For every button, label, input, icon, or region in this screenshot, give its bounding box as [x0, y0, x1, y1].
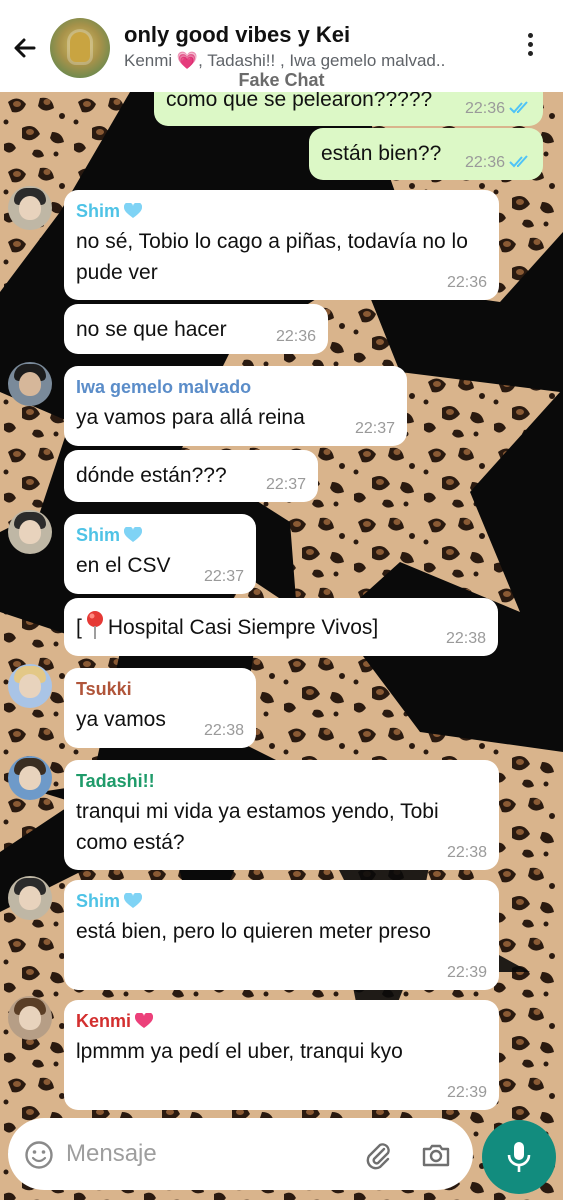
- blue-heart-emoji: [124, 893, 143, 908]
- sender-name-text: Shim: [76, 201, 121, 221]
- camera-button[interactable]: [421, 1140, 451, 1170]
- sender-name-text: Shim: [76, 525, 121, 545]
- avatar-shim[interactable]: [8, 876, 52, 920]
- avatar-shim[interactable]: [8, 186, 52, 230]
- message-time-text: 22:36: [464, 100, 505, 117]
- message-bubble-incoming[interactable]: [ Hospital Casi Siempre Vivos] 22:38: [64, 598, 498, 656]
- avatar-face: [19, 1006, 41, 1030]
- more-options-button[interactable]: [518, 30, 542, 64]
- avatar-face: [19, 520, 41, 544]
- round-pushpin-emoji: [86, 611, 103, 639]
- message-text: dónde están???: [76, 464, 227, 487]
- message-time: 22:37: [265, 476, 306, 493]
- more-vert-dot: [527, 42, 533, 47]
- message-time: 22:36: [275, 328, 316, 345]
- sender-name: Tadashi!!: [76, 771, 155, 791]
- camera-icon: [422, 1144, 450, 1167]
- sender-name: Iwa gemelo malvado: [76, 377, 252, 397]
- message-text: están bien??: [321, 142, 442, 165]
- avatar-face: [19, 196, 41, 220]
- message-time: 22:37: [354, 420, 395, 437]
- message-text: ya vamos para allá reina: [76, 406, 305, 429]
- avatar-face: [19, 674, 41, 698]
- sender-name: Tsukki: [76, 679, 132, 699]
- smiley-icon: [25, 1141, 53, 1169]
- message-text: no sé, Tobio lo cago a piñas, todavía no…: [76, 230, 468, 284]
- more-vert-dot: [527, 51, 533, 56]
- attach-button[interactable]: [363, 1140, 393, 1170]
- message-text-location: Hospital Casi Siempre Vivos]: [107, 616, 379, 639]
- sender-name: Shim: [76, 890, 487, 912]
- double-check-icon: [509, 101, 528, 114]
- microphone-icon: [507, 1142, 531, 1172]
- message-bubble-incoming[interactable]: Kenmi lpmmm ya pedí el uber, tranqui kyo…: [64, 1000, 499, 1110]
- message-bubble-outgoing[interactable]: están bien?? 22:36: [309, 128, 543, 180]
- group-title[interactable]: only good vibes y Kei: [124, 22, 350, 48]
- message-bubble-incoming[interactable]: Tadashi!! tranqui mi vida ya estamos yen…: [64, 760, 499, 870]
- message-time-text: 22:36: [464, 154, 505, 171]
- message-time: 22:39: [446, 964, 487, 981]
- message-composer: Mensaje: [8, 1118, 473, 1190]
- arrow-left-icon: [14, 38, 36, 58]
- back-button[interactable]: [8, 30, 44, 66]
- message-bubble-incoming[interactable]: Tsukki ya vamos 22:38: [64, 668, 256, 748]
- pink-heart-emoji: [135, 1013, 154, 1028]
- message-text: [ Hospital Casi Siempre Vivos]: [76, 611, 379, 639]
- message-bubble-incoming[interactable]: Shim está bien, pero lo quieren meter pr…: [64, 880, 499, 990]
- message-time: 22:39: [446, 1084, 487, 1101]
- message-time: 22:38: [445, 630, 486, 647]
- message-input[interactable]: Mensaje: [66, 1140, 157, 1168]
- message-bubble-incoming[interactable]: no se que hacer 22:36: [64, 304, 328, 354]
- fake-chat-watermark: Fake Chat: [238, 70, 325, 90]
- more-vert-icon: [527, 33, 533, 38]
- message-time: 22:36: [465, 100, 531, 118]
- message-text-open-bracket: [: [76, 616, 82, 639]
- sender-name: Shim: [76, 524, 244, 546]
- message-bubble-incoming[interactable]: Shim no sé, Tobio lo cago a piñas, todav…: [64, 190, 499, 300]
- sender-name: Kenmi: [76, 1010, 487, 1032]
- group-avatar[interactable]: [50, 18, 110, 78]
- message-time: 22:38: [446, 844, 487, 861]
- message-text: lpmmm ya pedí el uber, tranqui kyo: [76, 1040, 403, 1063]
- avatar-shim[interactable]: [8, 510, 52, 554]
- avatar-tadashi[interactable]: [8, 756, 52, 800]
- blue-heart-emoji: [124, 527, 143, 542]
- avatar-face: [19, 372, 41, 396]
- avatar-kenmi[interactable]: [8, 996, 52, 1040]
- message-text: tranqui mi vida ya estamos yendo, Tobi c…: [76, 800, 439, 854]
- sender-name: Shim: [76, 200, 487, 222]
- message-time: 22:38: [203, 722, 244, 739]
- avatar-tsukki[interactable]: [8, 664, 52, 708]
- sender-name-text: Kenmi: [76, 1011, 132, 1031]
- emoji-button[interactable]: [24, 1140, 54, 1170]
- avatar-figure: [70, 32, 90, 62]
- message-text: no se que hacer: [76, 318, 227, 341]
- sender-name-text: Shim: [76, 891, 121, 911]
- message-bubble-incoming[interactable]: Iwa gemelo malvado ya vamos para allá re…: [64, 366, 407, 446]
- message-time: 22:37: [203, 568, 244, 585]
- group-members[interactable]: Kenmi 💗, Tadashi!! , Iwa gemelo malvad..: [124, 51, 445, 71]
- avatar-face: [19, 766, 41, 790]
- message-time: 22:36: [465, 154, 531, 172]
- message-bubble-incoming[interactable]: dónde están??? 22:37: [64, 450, 318, 502]
- avatar-face: [19, 886, 41, 910]
- message-text: está bien, pero lo quieren meter preso: [76, 920, 431, 943]
- avatar-iwa[interactable]: [8, 362, 52, 406]
- double-check-icon: [509, 155, 528, 168]
- mic-button[interactable]: [482, 1120, 556, 1194]
- message-bubble-incoming[interactable]: Shim en el CSV 22:37: [64, 514, 256, 594]
- paperclip-icon: [366, 1143, 390, 1170]
- blue-heart-emoji: [124, 203, 143, 218]
- message-time: 22:36: [446, 274, 487, 291]
